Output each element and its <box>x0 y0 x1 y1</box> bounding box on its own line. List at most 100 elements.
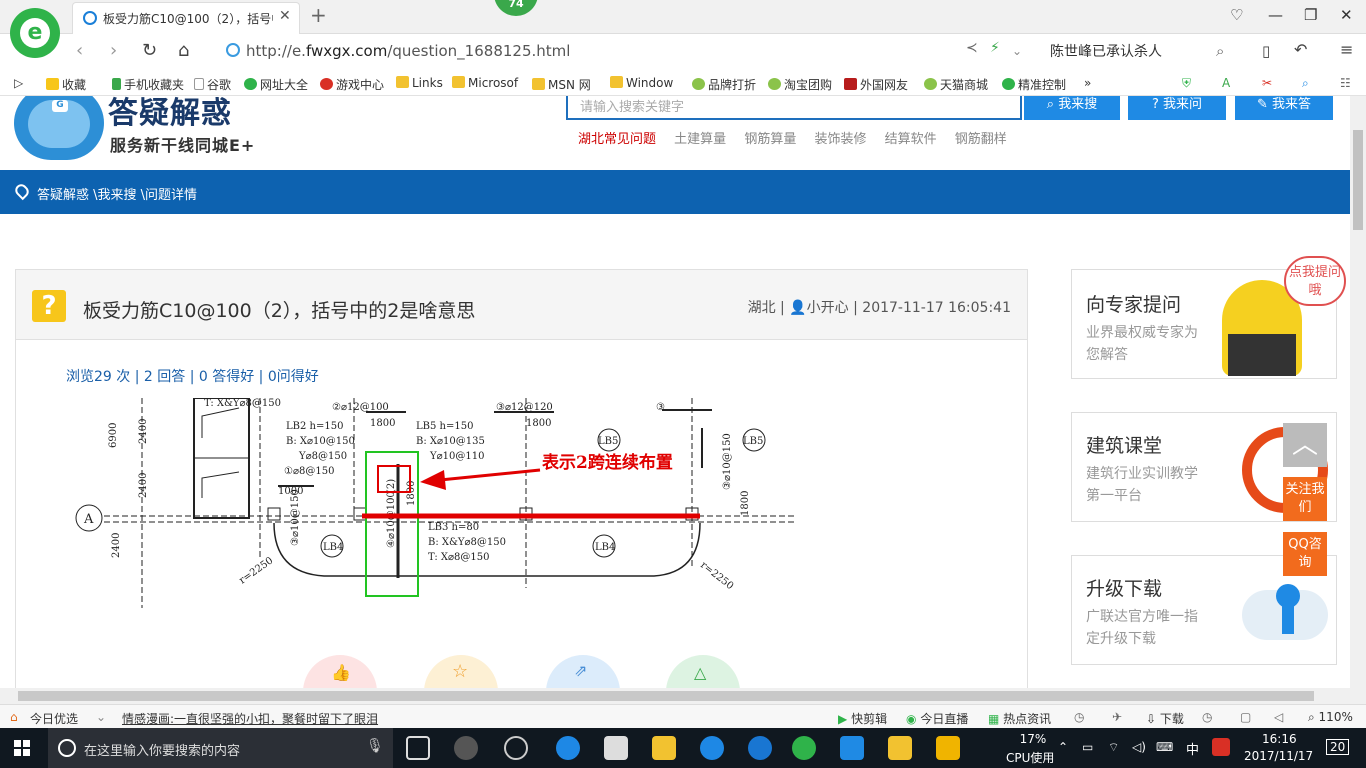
breadcrumb[interactable]: 答疑解惑 \我来搜 \问题详情 <box>37 184 197 203</box>
bookmark-folder[interactable]: MSN 网 <box>532 76 591 93</box>
bookmark-item[interactable]: 品牌打折 <box>692 76 756 93</box>
lightning-icon[interactable]: ⚡ <box>990 40 1000 56</box>
clock-time[interactable]: 16:16 <box>1262 732 1297 746</box>
search-button[interactable]: ⌕ 我来搜 <box>1024 96 1120 120</box>
tab-close-icon[interactable]: ✕ <box>279 8 291 24</box>
back-icon[interactable]: ‹ <box>76 40 83 61</box>
glodon-app-icon[interactable] <box>748 736 772 760</box>
volume-icon[interactable]: ◁ <box>1274 710 1283 724</box>
tools-icon[interactable]: ☷ <box>1340 76 1351 90</box>
history-icon[interactable]: ◷ <box>1202 710 1212 724</box>
notes-app-icon[interactable] <box>888 736 912 760</box>
pinwheel-app-icon[interactable] <box>454 736 478 760</box>
bookmark-folder[interactable]: Window <box>610 76 673 90</box>
news-ticker[interactable]: 情感漫画:一直很坚强的小扣，聚餐时留下了眼泪 <box>122 710 378 727</box>
meta-user[interactable]: 小开心 <box>807 300 849 316</box>
menu-icon[interactable]: ≡ <box>1340 40 1353 59</box>
meta-location[interactable]: 湖北 <box>748 300 776 316</box>
site-search-input[interactable]: 请输入搜索关键字 <box>566 96 1022 120</box>
site-mascot-logo[interactable]: G <box>14 96 104 160</box>
bookmark-item[interactable]: 精准控制 <box>1002 76 1066 93</box>
notification-center[interactable]: 20 <box>1326 739 1350 755</box>
close-window-icon[interactable]: ✕ <box>1340 6 1353 24</box>
follow-us-button[interactable]: 关注我们 <box>1283 477 1327 521</box>
back-to-top-button[interactable]: ︿ <box>1283 423 1327 467</box>
chevron-down-icon[interactable]: ⌄ <box>96 710 106 724</box>
editor-app-icon[interactable] <box>936 736 960 760</box>
bookmark-item[interactable]: 天猫商城 <box>924 76 988 93</box>
hot-link[interactable]: 装饰装修 <box>814 132 866 147</box>
undo-icon[interactable]: ↶ <box>1294 40 1307 59</box>
browser-logo[interactable]: e <box>10 8 60 58</box>
hot-link[interactable]: 土建算量 <box>674 132 726 147</box>
status-item[interactable]: ▶ 快剪辑 <box>838 710 887 727</box>
taskbar-search-input[interactable]: 在这里输入你要搜索的内容 🎙 <box>48 728 393 768</box>
windows-start-icon[interactable] <box>14 740 30 756</box>
plus-app-icon[interactable] <box>840 736 864 760</box>
app-icon[interactable] <box>504 736 528 760</box>
chevron-down-icon[interactable]: ⌄ <box>1012 44 1022 58</box>
horizontal-scrollbar[interactable] <box>0 688 1366 704</box>
bookmark-item[interactable]: 谷歌 <box>194 76 231 93</box>
ask-expert-card[interactable]: 向专家提问 业界最权威专家为您解答 点我提问哦 <box>1071 256 1346 379</box>
refresh-icon[interactable]: ↻ <box>142 40 157 61</box>
zoom-level[interactable]: ⌕ 110% <box>1308 710 1353 725</box>
volume-icon[interactable]: ◁) <box>1132 740 1146 754</box>
ie-browser-icon[interactable] <box>700 736 724 760</box>
task-view-icon[interactable] <box>406 736 430 760</box>
skin-icon[interactable]: ♡ <box>1230 6 1243 24</box>
wifi-icon[interactable]: ⌔ <box>1108 740 1119 755</box>
home-icon[interactable]: ⌂ <box>178 40 189 61</box>
bookmark-item[interactable]: 网址大全 <box>244 76 308 93</box>
bookmark-item[interactable]: 外国网友 <box>844 76 908 93</box>
2345-browser-icon[interactable] <box>792 736 816 760</box>
share-button[interactable]: ⇗ <box>546 655 620 688</box>
hot-link[interactable]: 钢筋算量 <box>744 132 796 147</box>
speed-icon[interactable]: ◷ <box>1074 710 1084 724</box>
bookmark-item[interactable]: 游戏中心 <box>320 76 384 93</box>
find-icon[interactable]: ⌕ <box>1302 76 1309 91</box>
browser-tab[interactable]: 板受力筋C10@100（2），括号中 ✕ <box>72 2 300 34</box>
bookmark-item[interactable]: 手机收藏夹 <box>112 76 184 93</box>
vertical-scrollbar[interactable] <box>1350 96 1366 688</box>
new-tab-icon[interactable]: + <box>310 3 327 27</box>
share-icon[interactable]: ≺ <box>966 40 978 56</box>
pin-icon[interactable]: ✈ <box>1112 710 1122 724</box>
shield-icon[interactable]: ⛨ <box>1182 76 1191 91</box>
hot-link[interactable]: 湖北常见问题 <box>578 132 656 147</box>
site-name[interactable]: 答疑解惑 <box>108 96 232 132</box>
edge-browser-icon[interactable] <box>556 736 580 760</box>
answer-button[interactable]: ✎ 我来答 <box>1235 96 1333 120</box>
battery-icon[interactable]: ▭ <box>1082 740 1093 754</box>
sogou-icon[interactable] <box>1212 738 1230 756</box>
status-item[interactable]: ◉ 今日直播 <box>906 710 968 727</box>
ime-indicator[interactable]: 中 <box>1186 739 1199 758</box>
ask-button[interactable]: ? 我来问 <box>1128 96 1226 120</box>
hot-link[interactable]: 结算软件 <box>885 132 937 147</box>
today-picks[interactable]: 今日优选 <box>30 710 78 727</box>
phone-icon[interactable]: ▯ <box>1262 42 1270 60</box>
qq-consult-button[interactable]: QQ咨询 <box>1283 532 1327 576</box>
bookmark-item[interactable]: 收藏 <box>46 76 86 93</box>
bookmarks-toggle-icon[interactable]: ▷ <box>14 76 23 90</box>
more-bookmarks-icon[interactable]: » <box>1084 76 1091 90</box>
restore-icon[interactable]: ❐ <box>1304 6 1317 24</box>
store-icon[interactable] <box>604 736 628 760</box>
status-item[interactable]: ▦ 热点资讯 <box>988 710 1051 727</box>
translate-icon[interactable]: A <box>1222 76 1230 90</box>
minimize-icon[interactable]: — <box>1268 6 1283 24</box>
url-field[interactable]: http://e.fwxgx.com/question_1688125.html <box>222 39 952 63</box>
bookmark-folder[interactable]: Microsof <box>452 76 518 90</box>
file-explorer-icon[interactable] <box>652 736 676 760</box>
download-status[interactable]: ⇩ 下载 <box>1146 710 1184 727</box>
forward-icon[interactable]: › <box>110 40 117 61</box>
window-icon[interactable]: ▢ <box>1240 710 1251 724</box>
tray-chevron-up-icon[interactable]: ⌃ <box>1058 740 1068 754</box>
browser-search-input[interactable]: 陈世峰已承认杀人 <box>1050 41 1162 61</box>
like-button[interactable]: 👍 <box>303 655 377 688</box>
report-button[interactable]: △ <box>666 655 740 688</box>
hot-link[interactable]: 钢筋翻样 <box>955 132 1007 147</box>
bookmark-folder[interactable]: Links <box>396 76 443 90</box>
keyboard-icon[interactable]: ⌨ <box>1156 740 1173 754</box>
favorite-button[interactable]: ☆ <box>424 655 498 688</box>
